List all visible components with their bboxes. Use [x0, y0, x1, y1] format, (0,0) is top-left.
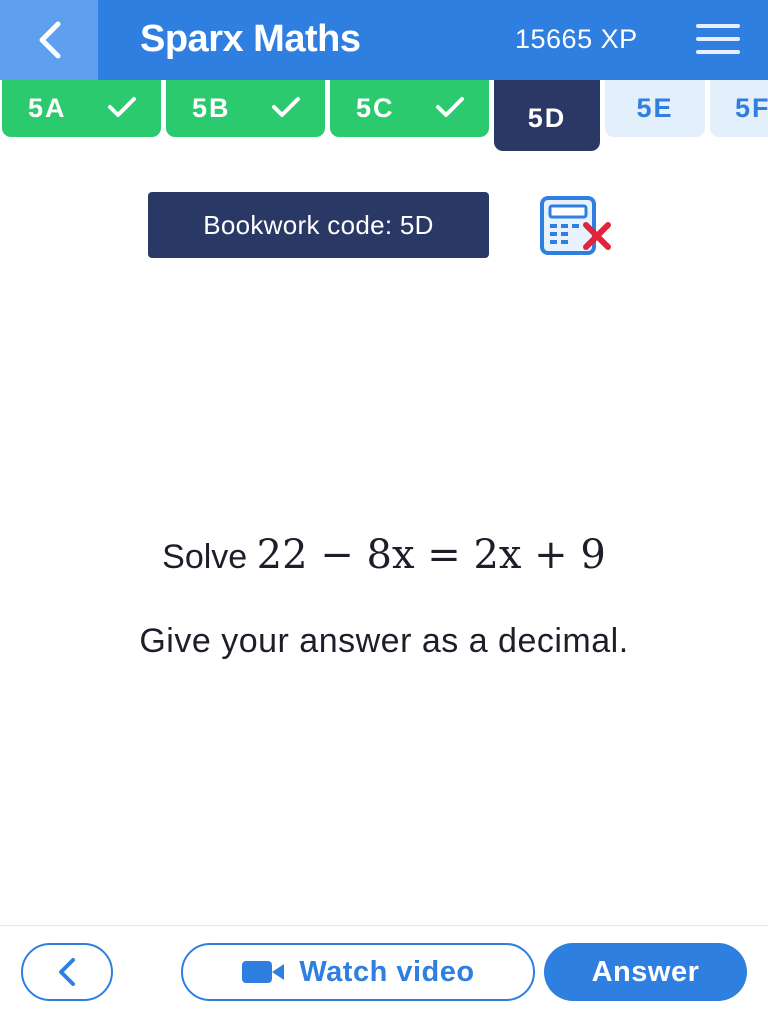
- watch-video-label: Watch video: [299, 955, 475, 988]
- question-text: Solve 22 − 8x = 2x + 9: [0, 532, 768, 578]
- tab-5c[interactable]: 5C: [330, 80, 489, 137]
- footer-divider: [0, 925, 768, 926]
- tab-label: 5C: [356, 93, 395, 123]
- chevron-left-icon: [59, 958, 75, 986]
- video-camera-icon: [242, 961, 285, 983]
- question-instruction: Give your answer as a decimal.: [139, 622, 629, 660]
- check-icon: [108, 97, 136, 117]
- hamburger-menu-icon[interactable]: [696, 20, 742, 60]
- page: Sparx Maths 15665 XP 5A 5B 5C 5D 5E 5F B…: [0, 0, 768, 1024]
- check-icon: [272, 97, 300, 117]
- tab-5b[interactable]: 5B: [166, 80, 325, 137]
- header-back-button[interactable]: [0, 0, 98, 80]
- question-prefix: Solve: [162, 538, 248, 576]
- app-title: Sparx Maths: [140, 18, 361, 60]
- tab-label: 5D: [527, 103, 567, 133]
- chevron-left-icon: [39, 21, 61, 59]
- check-icon: [436, 97, 464, 117]
- answer-button[interactable]: Answer: [544, 943, 747, 1001]
- tab-5d[interactable]: 5D: [494, 80, 600, 151]
- xp-counter: 15665 XP: [515, 24, 638, 54]
- tab-5f[interactable]: 5F: [710, 80, 768, 137]
- bookwork-code: Bookwork code: 5D: [148, 192, 489, 258]
- tab-label: 5A: [28, 93, 67, 123]
- tab-label: 5E: [636, 93, 674, 123]
- footer-back-button[interactable]: [21, 943, 113, 1001]
- tab-5e[interactable]: 5E: [605, 80, 705, 137]
- calculator-not-allowed-icon: [540, 196, 611, 255]
- app-header: Sparx Maths 15665 XP: [0, 0, 768, 80]
- tab-label: 5F: [735, 93, 768, 123]
- tab-label: 5B: [192, 93, 231, 123]
- watch-video-button[interactable]: Watch video: [181, 943, 535, 1001]
- tab-5a[interactable]: 5A: [2, 80, 161, 137]
- equation: 22 − 8x = 2x + 9: [256, 532, 606, 578]
